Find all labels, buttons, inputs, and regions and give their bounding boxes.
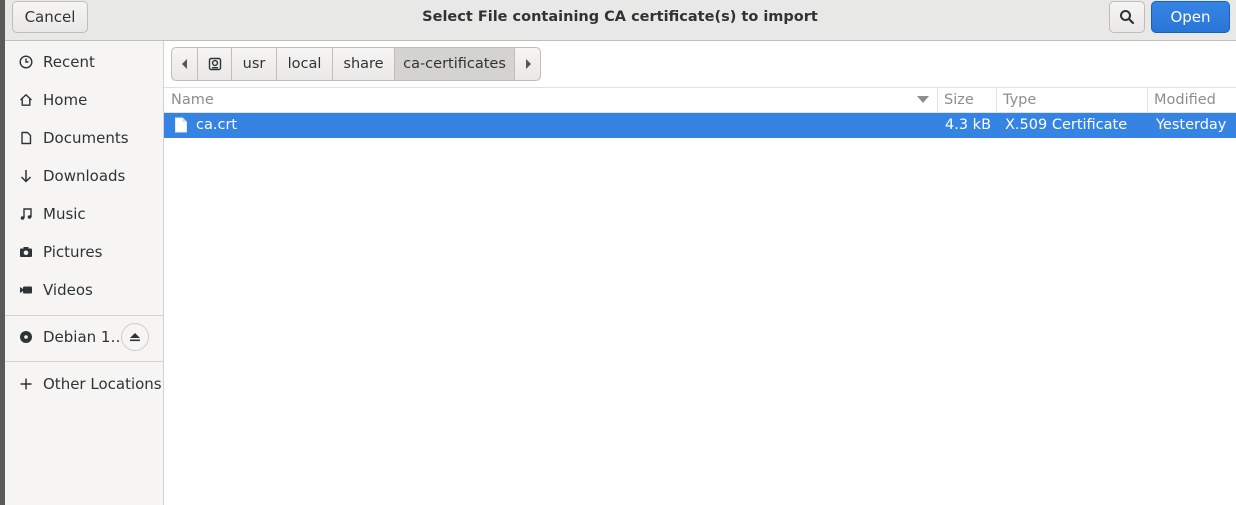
sidebar-item-home[interactable]: Home — [5, 81, 163, 119]
document-icon — [18, 130, 34, 146]
column-header-label: Type — [1003, 92, 1037, 108]
file-icon — [174, 117, 188, 137]
sidebar-item-pictures[interactable]: Pictures — [5, 233, 163, 271]
file-row-selected[interactable]: ca.crt 4.3 kB X.509 Certificate Yesterda… — [164, 113, 1236, 138]
column-divider — [996, 88, 997, 113]
sidebar-item-label: Music — [43, 205, 86, 223]
sidebar-item-recent[interactable]: Recent — [5, 43, 163, 81]
path-bar: usr local share ca-certificates — [171, 47, 541, 81]
music-note-icon — [18, 206, 34, 222]
file-modified: Yesterday — [1156, 117, 1227, 133]
column-header-modified[interactable]: Modified — [1154, 88, 1234, 113]
chevron-right-icon — [525, 59, 531, 69]
sidebar-item-label: Pictures — [43, 243, 103, 261]
clock-icon — [18, 54, 34, 70]
column-header-label: Size — [944, 92, 974, 108]
column-divider — [1147, 88, 1148, 113]
path-root-button[interactable] — [198, 48, 232, 80]
drive-icon — [208, 57, 221, 71]
places-sidebar: Recent Home Documents Downloads Music Pi… — [5, 41, 164, 505]
file-size: 4.3 kB — [945, 117, 992, 133]
path-crumb-share[interactable]: share — [333, 48, 395, 80]
sidebar-item-label: Home — [43, 91, 88, 109]
column-header-name[interactable]: Name — [171, 88, 921, 113]
header-bar: Cancel Select File containing CA certifi… — [5, 0, 1236, 41]
sidebar-item-documents[interactable]: Documents — [5, 119, 163, 157]
sidebar-item-label: Videos — [43, 281, 93, 299]
sidebar-item-label: Downloads — [43, 167, 126, 185]
file-chooser-dialog: Cancel Select File containing CA certifi… — [5, 0, 1236, 505]
home-icon — [18, 92, 34, 108]
sidebar-item-music[interactable]: Music — [5, 195, 163, 233]
plus-icon — [18, 376, 34, 392]
path-crumb-local[interactable]: local — [277, 48, 333, 80]
eject-icon — [130, 333, 140, 342]
cancel-button[interactable]: Cancel — [12, 1, 88, 33]
path-back-button[interactable] — [172, 48, 198, 80]
download-arrow-icon — [18, 168, 34, 184]
file-type: X.509 Certificate — [1005, 117, 1128, 133]
disc-icon — [18, 329, 34, 345]
column-header-label: Name — [171, 92, 214, 108]
sidebar-separator — [5, 361, 163, 362]
column-header-label: Modified — [1154, 92, 1216, 108]
sidebar-item-label: Documents — [43, 129, 129, 147]
camera-icon — [18, 244, 34, 260]
file-name: ca.crt — [196, 117, 238, 133]
file-list-header: Name Size Type Modified — [164, 87, 1236, 113]
chevron-left-icon — [181, 59, 187, 69]
column-header-size[interactable]: Size — [944, 88, 994, 113]
path-crumb-usr[interactable]: usr — [232, 48, 277, 80]
dialog-title: Select File containing CA certificate(s)… — [422, 9, 818, 25]
sidebar-item-label: Recent — [43, 53, 95, 71]
sidebar-item-other-locations[interactable]: Other Locations — [5, 365, 163, 403]
sidebar-item-label: Other Locations — [43, 375, 162, 393]
file-list-empty-area[interactable] — [164, 138, 1236, 505]
search-icon — [1120, 10, 1135, 25]
column-header-type[interactable]: Type — [1003, 88, 1143, 113]
sidebar-item-label: Debian 1… — [43, 328, 126, 346]
open-button[interactable]: Open — [1151, 1, 1230, 33]
path-forward-button[interactable] — [515, 48, 540, 80]
column-divider — [937, 88, 938, 113]
path-crumb-ca-certificates[interactable]: ca-certificates — [395, 48, 515, 80]
sidebar-item-downloads[interactable]: Downloads — [5, 157, 163, 195]
sort-descending-icon — [917, 96, 929, 103]
search-button[interactable] — [1109, 1, 1145, 33]
sidebar-separator — [5, 315, 163, 316]
video-camera-icon — [18, 282, 34, 298]
sidebar-item-videos[interactable]: Videos — [5, 271, 163, 309]
sidebar-item-device[interactable]: Debian 1… — [5, 318, 163, 356]
eject-button[interactable] — [121, 323, 149, 351]
